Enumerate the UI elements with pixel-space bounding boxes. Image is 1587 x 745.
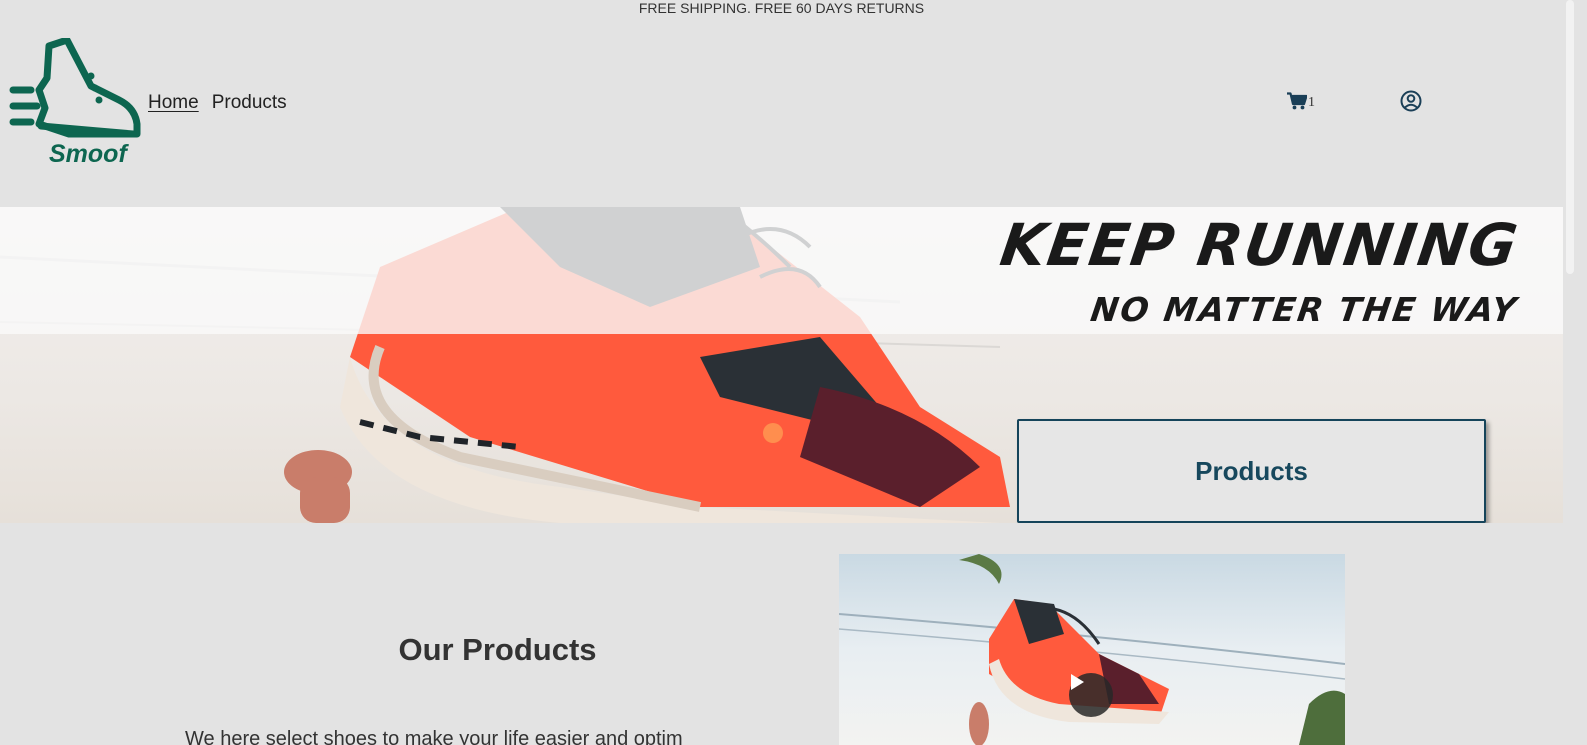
product-video[interactable] bbox=[839, 554, 1345, 745]
main-nav: Home Products bbox=[148, 92, 287, 114]
cart-count-badge: 1 bbox=[1308, 95, 1315, 110]
shopping-cart-icon bbox=[1287, 92, 1307, 110]
play-button[interactable] bbox=[1069, 673, 1113, 717]
page-scrollbar[interactable] bbox=[1563, 0, 1587, 745]
scrollbar-thumb[interactable] bbox=[1566, 0, 1574, 274]
announcement-bar: FREE SHIPPING. FREE 60 DAYS RETURNS bbox=[638, 0, 925, 16]
account-button[interactable] bbox=[1400, 90, 1422, 117]
nav-home-link[interactable]: Home bbox=[148, 92, 199, 114]
hero-subtitle: NO MATTER THE WAY bbox=[1088, 290, 1521, 329]
logo[interactable]: Smoof bbox=[9, 36, 143, 174]
hero-banner: KEEP RUNNING NO MATTER THE WAY Products bbox=[0, 207, 1563, 523]
play-icon bbox=[1071, 674, 1084, 690]
hero-products-button[interactable]: Products bbox=[1017, 419, 1486, 523]
hero-title: KEEP RUNNING bbox=[995, 211, 1523, 279]
hero-products-button-label: Products bbox=[1195, 455, 1308, 486]
user-circle-icon bbox=[1400, 90, 1422, 112]
nav-products-link[interactable]: Products bbox=[212, 92, 287, 114]
our-products-description: We here select shoes to make your life e… bbox=[185, 728, 683, 745]
logo-text: Smoof bbox=[49, 140, 127, 168]
cart-button[interactable]: 1 bbox=[1287, 92, 1315, 110]
